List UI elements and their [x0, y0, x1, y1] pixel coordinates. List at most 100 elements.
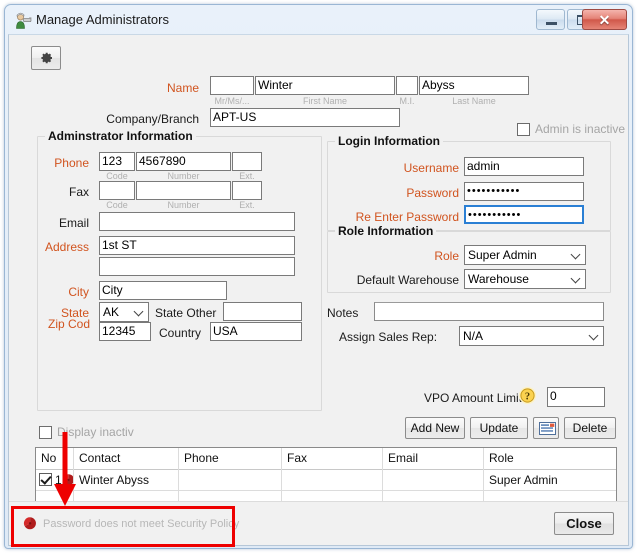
address-line1-input[interactable]: 1st ST — [99, 236, 295, 255]
fax-number-input[interactable] — [136, 181, 231, 200]
row-number: 1 — [55, 470, 62, 490]
chevron-down-icon — [590, 331, 599, 340]
phone-ext-input[interactable] — [232, 152, 262, 171]
zip-code-label: Zip Code — [48, 318, 90, 342]
admin-inactive-label: Admin is inactive — [535, 122, 625, 136]
gear-icon — [38, 50, 54, 66]
grid-cell-contact[interactable]: Winter Abyss — [74, 470, 179, 490]
notes-label: Notes — [327, 306, 358, 320]
default-warehouse-select[interactable]: Warehouse — [464, 269, 586, 289]
grid-cell-role[interactable]: Super Admin — [484, 470, 617, 490]
phone-number-input[interactable]: 4567890 — [136, 152, 231, 171]
password-label: Password — [339, 186, 459, 200]
error-badge-icon — [62, 473, 74, 487]
display-inactive-checkbox[interactable] — [39, 426, 52, 439]
default-warehouse-value: Warehouse — [468, 272, 529, 286]
fax-ext-sublabel: Ext. — [232, 200, 262, 210]
city-input[interactable]: City — [99, 281, 227, 300]
minimize-button[interactable] — [536, 9, 565, 30]
report-button[interactable] — [533, 417, 559, 439]
reenter-password-label: Re Enter Password — [327, 210, 459, 224]
username-input[interactable]: admin — [464, 157, 584, 176]
company-branch-input[interactable]: APT-US — [210, 108, 400, 127]
phone-number-sublabel: Number — [136, 171, 231, 181]
grid-cell-phone[interactable] — [179, 470, 282, 490]
add-new-button[interactable]: Add New — [405, 417, 465, 439]
fax-code-sublabel: Code — [99, 200, 135, 210]
grid-column-contact[interactable]: Contact — [74, 448, 179, 470]
role-select-value: Super Admin — [468, 248, 537, 262]
fax-number-sublabel: Number — [136, 200, 231, 210]
grid-column-email[interactable]: Email — [383, 448, 484, 470]
application-window: Manage Administrators ✕ Name Mr/Ms/... W… — [4, 4, 633, 549]
grid-column-fax[interactable]: Fax — [282, 448, 383, 470]
grid-column-no[interactable]: No — [36, 448, 74, 470]
update-button[interactable]: Update — [470, 417, 528, 439]
display-inactive-label: Display inactiv — [57, 425, 134, 439]
default-warehouse-label: Default Warehouse — [339, 273, 459, 287]
help-question-icon[interactable]: ? — [518, 386, 537, 405]
fax-ext-input[interactable] — [232, 181, 262, 200]
row-select-checkbox[interactable] — [39, 473, 52, 486]
report-card-icon — [539, 422, 556, 435]
country-label: Country — [159, 326, 201, 340]
email-label: Email — [29, 216, 89, 230]
svg-text:?: ? — [525, 391, 530, 402]
grid-cell-email[interactable] — [383, 470, 484, 490]
table-row[interactable]: 1 Winter Abyss Super Admin — [36, 470, 616, 491]
address-line2-input[interactable] — [99, 257, 295, 276]
role-information-caption: Role Information — [335, 224, 436, 238]
grid-header-row: No Contact Phone Fax Email Role — [36, 448, 616, 470]
name-title-sublabel: Mr/Ms/... — [210, 96, 254, 106]
last-name-sublabel: Last Name — [419, 96, 529, 106]
close-button[interactable]: Close — [554, 512, 614, 535]
password-input[interactable]: ••••••••••• — [464, 182, 584, 201]
first-name-input[interactable]: Winter — [255, 76, 395, 95]
close-icon: ✕ — [583, 12, 626, 29]
zip-code-input[interactable]: 12345 — [99, 322, 151, 341]
admin-inactive-checkbox[interactable] — [517, 123, 530, 136]
name-title-input[interactable] — [210, 76, 254, 95]
assign-sales-rep-value: N/A — [463, 329, 483, 343]
last-name-input[interactable]: Abyss — [419, 76, 529, 95]
notes-input[interactable] — [374, 302, 604, 321]
role-label: Role — [339, 249, 459, 263]
vpo-amount-limit-input[interactable]: 0 — [547, 387, 605, 407]
login-information-caption: Login Information — [335, 134, 443, 148]
state-select[interactable]: AK — [99, 302, 149, 322]
fax-label: Fax — [29, 185, 89, 199]
assign-sales-rep-select[interactable]: N/A — [459, 326, 604, 346]
chevron-down-icon — [572, 250, 581, 259]
state-select-value: AK — [103, 305, 119, 319]
phone-code-input[interactable]: 123 — [99, 152, 135, 171]
grid-cell-no[interactable]: 1 — [36, 470, 74, 490]
grid-column-phone[interactable]: Phone — [179, 448, 282, 470]
country-input[interactable]: USA — [210, 322, 302, 341]
address-label: Address — [29, 240, 89, 254]
company-branch-label: Company/Branch — [69, 112, 199, 126]
reenter-password-input[interactable]: ••••••••••• — [464, 205, 584, 224]
delete-button[interactable]: Delete — [564, 417, 616, 439]
close-window-button[interactable]: ✕ — [582, 9, 627, 30]
middle-initial-sublabel: M.I. — [392, 96, 422, 106]
grid-column-role[interactable]: Role — [484, 448, 617, 470]
status-message: Password does not meet Security Policy — [43, 518, 239, 530]
username-label: Username — [339, 161, 459, 175]
middle-initial-input[interactable] — [396, 76, 418, 95]
chevron-down-icon — [572, 274, 581, 283]
status-bar: Password does not meet Security Policy C… — [9, 501, 628, 545]
state-other-label: State Other — [155, 306, 216, 320]
state-other-input[interactable] — [223, 302, 302, 321]
grid-cell-fax[interactable] — [282, 470, 383, 490]
fax-code-input[interactable] — [99, 181, 135, 200]
user-admin-icon — [14, 12, 32, 30]
minimize-icon — [546, 22, 557, 25]
vpo-amount-limit-label: VPO Amount Limit — [424, 391, 522, 405]
client-area: Name Mr/Ms/... Winter First Name M.I. Ab… — [8, 34, 629, 546]
phone-label: Phone — [29, 156, 89, 170]
settings-button[interactable] — [31, 46, 61, 70]
city-label: City — [29, 285, 89, 299]
name-label: Name — [99, 81, 199, 95]
email-input[interactable] — [99, 212, 295, 231]
role-select[interactable]: Super Admin — [464, 245, 586, 265]
